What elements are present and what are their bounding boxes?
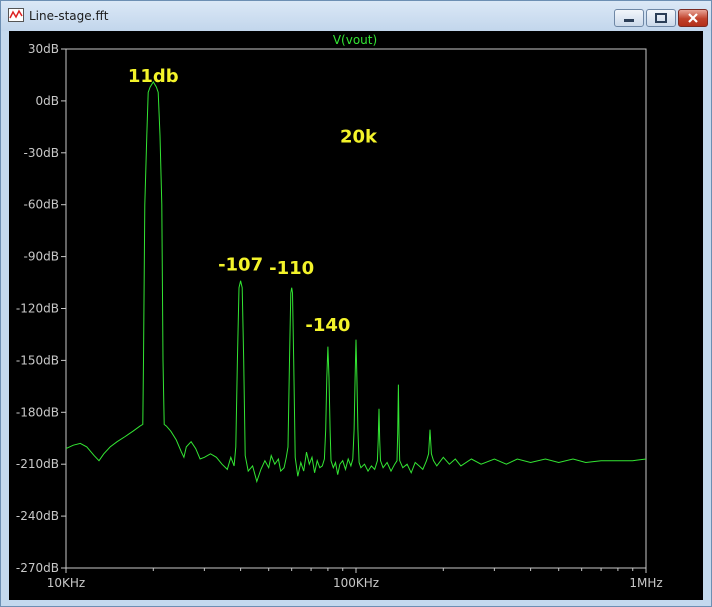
y-tick-label: -150dB (16, 353, 59, 367)
fft-window: Line-stage.fft V(vout) 30dB 0dB -30dB -60dB… (0, 0, 712, 607)
y-tick-label: 30dB (28, 42, 59, 56)
x-tick-label: 10KHz (47, 576, 85, 590)
window-title: Line-stage.fft (29, 9, 109, 23)
title-bar[interactable]: Line-stage.fft (1, 1, 711, 31)
y-tick-label: -60dB (24, 198, 59, 212)
fft-plot[interactable]: V(vout) 30dB 0dB -30dB -60dB -90dB -120dB -150… (9, 31, 703, 600)
y-tick-label: -180dB (16, 405, 59, 419)
close-icon (688, 13, 698, 23)
annotations: 11db 20k -107 -110 -140 (128, 66, 378, 336)
peak-annotation: -110 (269, 258, 314, 279)
y-tick-label: -90dB (24, 250, 59, 264)
y-tick-label: -30dB (24, 146, 59, 160)
y-tick-label: -120dB (16, 302, 59, 316)
x-tick-label: 100KHz (333, 576, 379, 590)
waveform-icon (8, 8, 24, 22)
peak-annotation: 20k (340, 126, 378, 147)
y-tick-label: -240dB (16, 509, 59, 523)
y-tick-label: -210dB (16, 457, 59, 471)
y-tick-label: 0dB (36, 94, 59, 108)
maximize-icon (655, 13, 667, 23)
x-tick-label: 1MHz (629, 576, 662, 590)
minimize-icon (624, 19, 634, 22)
plot-pane[interactable]: V(vout) 30dB 0dB -30dB -60dB -90dB -120dB -150… (9, 31, 703, 600)
y-tick-label: -270dB (16, 561, 59, 575)
peak-annotation: 11db (128, 66, 179, 87)
close-button[interactable] (678, 9, 708, 27)
peak-annotation: -107 (218, 254, 263, 275)
minimize-button[interactable] (614, 9, 644, 27)
trace-name[interactable]: V(vout) (333, 33, 377, 47)
maximize-button[interactable] (646, 9, 676, 27)
peak-annotation: -140 (305, 315, 350, 336)
